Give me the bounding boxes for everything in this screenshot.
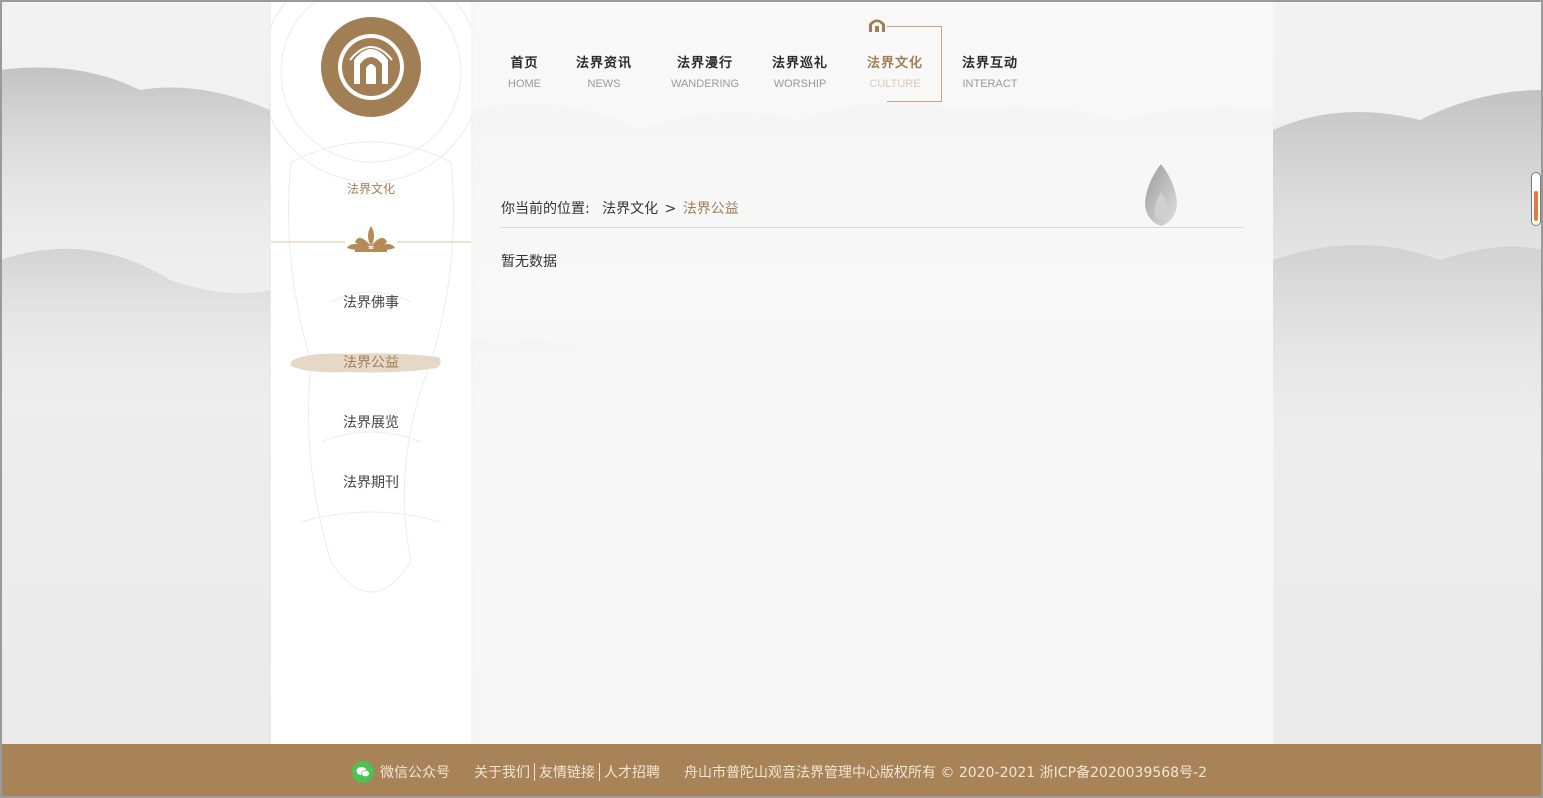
lotus-divider-icon bbox=[271, 226, 471, 252]
sidebar: 法界文化 法界佛事 法界公益 法界展览 法界期刊 bbox=[271, 2, 471, 744]
nav-label-en: NEWS bbox=[587, 78, 621, 90]
nav-label-cn: 法界漫行 bbox=[677, 56, 734, 71]
nav-interact[interactable]: 法界互动 INTERACT bbox=[962, 52, 1018, 90]
main-content: 首页 HOME 法界资讯 NEWS 法界漫行 WANDERING 法界巡礼 WO… bbox=[471, 2, 1273, 744]
sidebar-item-charity[interactable]: 法界公益 bbox=[271, 348, 471, 378]
nav-label-cn: 法界互动 bbox=[962, 56, 1019, 71]
temple-gate-icon bbox=[869, 19, 885, 32]
breadcrumb: 你当前的位置: 法界文化 > 法界公益 bbox=[501, 198, 1243, 228]
nav-culture[interactable]: 法界文化 CULTURE bbox=[867, 52, 923, 90]
top-navigation: 首页 HOME 法界资讯 NEWS 法界漫行 WANDERING 法界巡礼 WO… bbox=[471, 2, 1071, 112]
empty-state-text: 暂无数据 bbox=[501, 254, 557, 270]
wechat-label[interactable]: 微信公众号 bbox=[380, 762, 450, 782]
nav-label-cn: 法界文化 bbox=[867, 56, 924, 71]
sidebar-item-buddhist-events[interactable]: 法界佛事 bbox=[271, 288, 471, 318]
nav-news[interactable]: 法界资讯 NEWS bbox=[576, 52, 632, 90]
nav-label-en: WORSHIP bbox=[773, 78, 827, 90]
scrollbar[interactable] bbox=[1531, 172, 1541, 226]
breadcrumb-text: 你当前的位置: 法界文化 > 法界公益 bbox=[501, 198, 739, 218]
breadcrumb-separator: > bbox=[664, 201, 677, 217]
footer-link-about[interactable]: 关于我们 bbox=[474, 762, 530, 782]
nav-worship[interactable]: 法界巡礼 WORSHIP bbox=[772, 52, 828, 90]
footer-link-friends[interactable]: 友情链接 bbox=[539, 762, 595, 782]
breadcrumb-parent[interactable]: 法界文化 bbox=[602, 201, 658, 217]
footer-divider bbox=[534, 763, 535, 781]
sidebar-title: 法界文化 bbox=[346, 182, 395, 196]
nav-label-cn: 法界巡礼 bbox=[772, 56, 829, 71]
nav-label-cn: 法界资讯 bbox=[576, 56, 633, 71]
breadcrumb-current: 法界公益 bbox=[682, 201, 739, 217]
nav-label-cn: 首页 bbox=[510, 56, 539, 71]
scrollbar-thumb[interactable] bbox=[1534, 191, 1538, 221]
temple-seal-icon bbox=[321, 17, 421, 117]
nav-label-en: HOME bbox=[508, 78, 541, 90]
breadcrumb-prefix: 你当前的位置: bbox=[501, 201, 590, 217]
nav-label-en: WANDERING bbox=[671, 78, 740, 90]
sidebar-item-journal[interactable]: 法界期刊 bbox=[271, 468, 471, 498]
nav-label-en: CULTURE bbox=[869, 78, 921, 90]
footer-link-jobs[interactable]: 人才招聘 bbox=[604, 762, 660, 782]
sidebar-item-exhibition[interactable]: 法界展览 bbox=[271, 408, 471, 438]
footer-bar: 微信公众号 关于我们 友情链接 人才招聘 舟山市普陀山观音法界管理中心版权所有 … bbox=[352, 761, 1207, 783]
nav-wandering[interactable]: 法界漫行 WANDERING bbox=[671, 52, 739, 90]
nav-home[interactable]: 首页 HOME bbox=[508, 52, 541, 90]
copyright-text: 舟山市普陀山观音法界管理中心版权所有 © 2020-2021 浙ICP备2020… bbox=[684, 765, 1208, 781]
footer-divider bbox=[599, 763, 600, 781]
footer: 微信公众号 关于我们 友情链接 人才招聘 舟山市普陀山观音法界管理中心版权所有 … bbox=[2, 744, 1541, 796]
nav-label-en: INTERACT bbox=[962, 78, 1018, 90]
wechat-icon[interactable] bbox=[352, 761, 374, 783]
